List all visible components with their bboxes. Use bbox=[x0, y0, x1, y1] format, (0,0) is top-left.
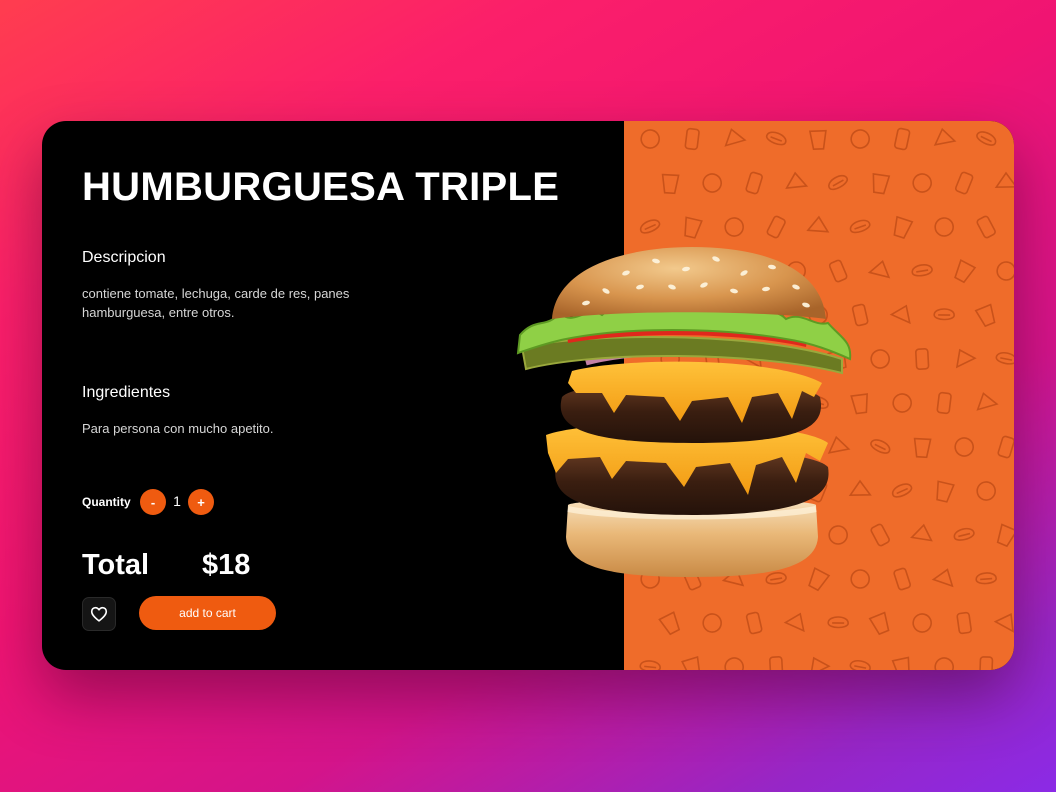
food-doodle-icon bbox=[783, 612, 805, 633]
food-doodle-icon bbox=[915, 348, 930, 370]
food-doodle-icon bbox=[997, 435, 1014, 459]
food-doodle-icon bbox=[724, 217, 744, 237]
food-doodle-icon bbox=[974, 303, 996, 328]
food-doodle-icon bbox=[639, 660, 661, 670]
food-doodle-icon bbox=[684, 216, 703, 239]
food-doodle-icon bbox=[936, 480, 955, 503]
food-doodle-icon bbox=[934, 217, 954, 237]
food-doodle-icon bbox=[661, 173, 680, 195]
food-doodle-icon bbox=[936, 391, 952, 415]
burger-image bbox=[516, 247, 852, 577]
food-doodle-icon bbox=[724, 657, 744, 670]
food-doodle-icon bbox=[870, 349, 890, 369]
food-doodle-icon bbox=[975, 572, 997, 585]
quantity-value: 1 bbox=[173, 493, 181, 509]
food-doodle-icon bbox=[934, 657, 954, 670]
food-doodle-icon bbox=[724, 128, 747, 147]
food-doodle-icon bbox=[684, 127, 700, 151]
product-title: HUMBURGUESA TRIPLE bbox=[82, 165, 560, 209]
food-doodle-icon bbox=[891, 656, 910, 670]
food-doodle-icon bbox=[849, 219, 871, 234]
total-price: $18 bbox=[202, 549, 251, 581]
food-doodle-icon bbox=[808, 129, 827, 150]
food-doodle-icon bbox=[931, 568, 954, 588]
food-doodle-icon bbox=[640, 129, 660, 149]
food-doodle-icon bbox=[809, 656, 831, 670]
food-doodle-icon bbox=[745, 611, 763, 635]
food-doodle-icon bbox=[870, 523, 890, 547]
food-doodle-icon bbox=[976, 131, 997, 146]
food-doodle-icon bbox=[911, 264, 933, 277]
food-doodle-icon bbox=[996, 261, 1014, 281]
food-doodle-icon bbox=[976, 215, 996, 239]
food-doodle-icon bbox=[893, 127, 911, 151]
food-doodle-icon bbox=[933, 308, 955, 321]
food-doodle-icon bbox=[702, 613, 722, 633]
food-doodle-icon bbox=[785, 171, 809, 189]
ingredients-text: Para persona con mucho apetito. bbox=[82, 421, 274, 436]
food-doodle-icon bbox=[976, 392, 999, 411]
food-doodle-icon bbox=[954, 259, 977, 284]
food-doodle-icon bbox=[868, 611, 890, 636]
food-doodle-icon bbox=[893, 215, 914, 240]
food-doodle-icon bbox=[639, 219, 661, 234]
food-doodle-icon bbox=[828, 174, 848, 191]
food-doodle-icon bbox=[979, 656, 994, 670]
food-doodle-icon bbox=[955, 348, 977, 369]
food-doodle-icon bbox=[956, 611, 972, 635]
food-doodle-icon bbox=[766, 215, 786, 239]
food-doodle-icon bbox=[850, 129, 870, 149]
food-doodle-icon bbox=[849, 659, 871, 670]
description-heading: Descripcion bbox=[82, 249, 166, 266]
food-doodle-icon bbox=[976, 481, 996, 501]
food-doodle-icon bbox=[994, 171, 1014, 189]
food-doodle-icon bbox=[910, 523, 933, 542]
food-doodle-icon bbox=[769, 656, 784, 670]
food-doodle-icon bbox=[954, 437, 974, 457]
quantity-increment-button[interactable]: + bbox=[188, 489, 214, 515]
food-doodle-icon bbox=[745, 171, 763, 195]
food-doodle-icon bbox=[892, 393, 912, 413]
add-to-cart-button[interactable]: add to cart bbox=[139, 596, 276, 630]
ingredients-heading: Ingredientes bbox=[82, 384, 171, 401]
food-doodle-icon bbox=[912, 173, 932, 193]
total-label: Total bbox=[82, 549, 150, 581]
food-doodle-icon bbox=[827, 616, 849, 629]
favorite-button[interactable] bbox=[82, 597, 116, 631]
food-doodle-icon bbox=[933, 127, 957, 146]
food-doodle-icon bbox=[766, 131, 787, 146]
food-doodle-icon bbox=[953, 527, 975, 541]
food-doodle-icon bbox=[702, 173, 722, 193]
food-doodle-icon bbox=[681, 655, 701, 670]
food-doodle-icon bbox=[891, 483, 913, 498]
food-doodle-icon bbox=[893, 567, 911, 591]
product-card: HUMBURGUESA TRIPLE Descripcion contiene … bbox=[42, 121, 1014, 670]
food-doodle-icon bbox=[872, 173, 891, 195]
food-doodle-icon bbox=[954, 171, 974, 195]
description-text: contiene tomate, lechuga, carde de res, … bbox=[82, 286, 350, 320]
food-doodle-icon bbox=[870, 439, 891, 454]
food-doodle-icon bbox=[889, 304, 911, 325]
food-doodle-icon bbox=[658, 611, 681, 636]
food-doodle-icon bbox=[993, 613, 1014, 633]
food-doodle-icon bbox=[913, 437, 932, 459]
food-doodle-icon bbox=[806, 215, 830, 233]
food-doodle-icon bbox=[912, 613, 932, 633]
heart-icon bbox=[90, 606, 108, 622]
quantity-label: Quantity bbox=[82, 495, 131, 509]
food-doodle-icon bbox=[995, 351, 1014, 365]
quantity-decrement-button[interactable]: - bbox=[140, 489, 166, 515]
food-doodle-icon bbox=[996, 523, 1014, 548]
food-doodle-icon bbox=[867, 259, 891, 279]
